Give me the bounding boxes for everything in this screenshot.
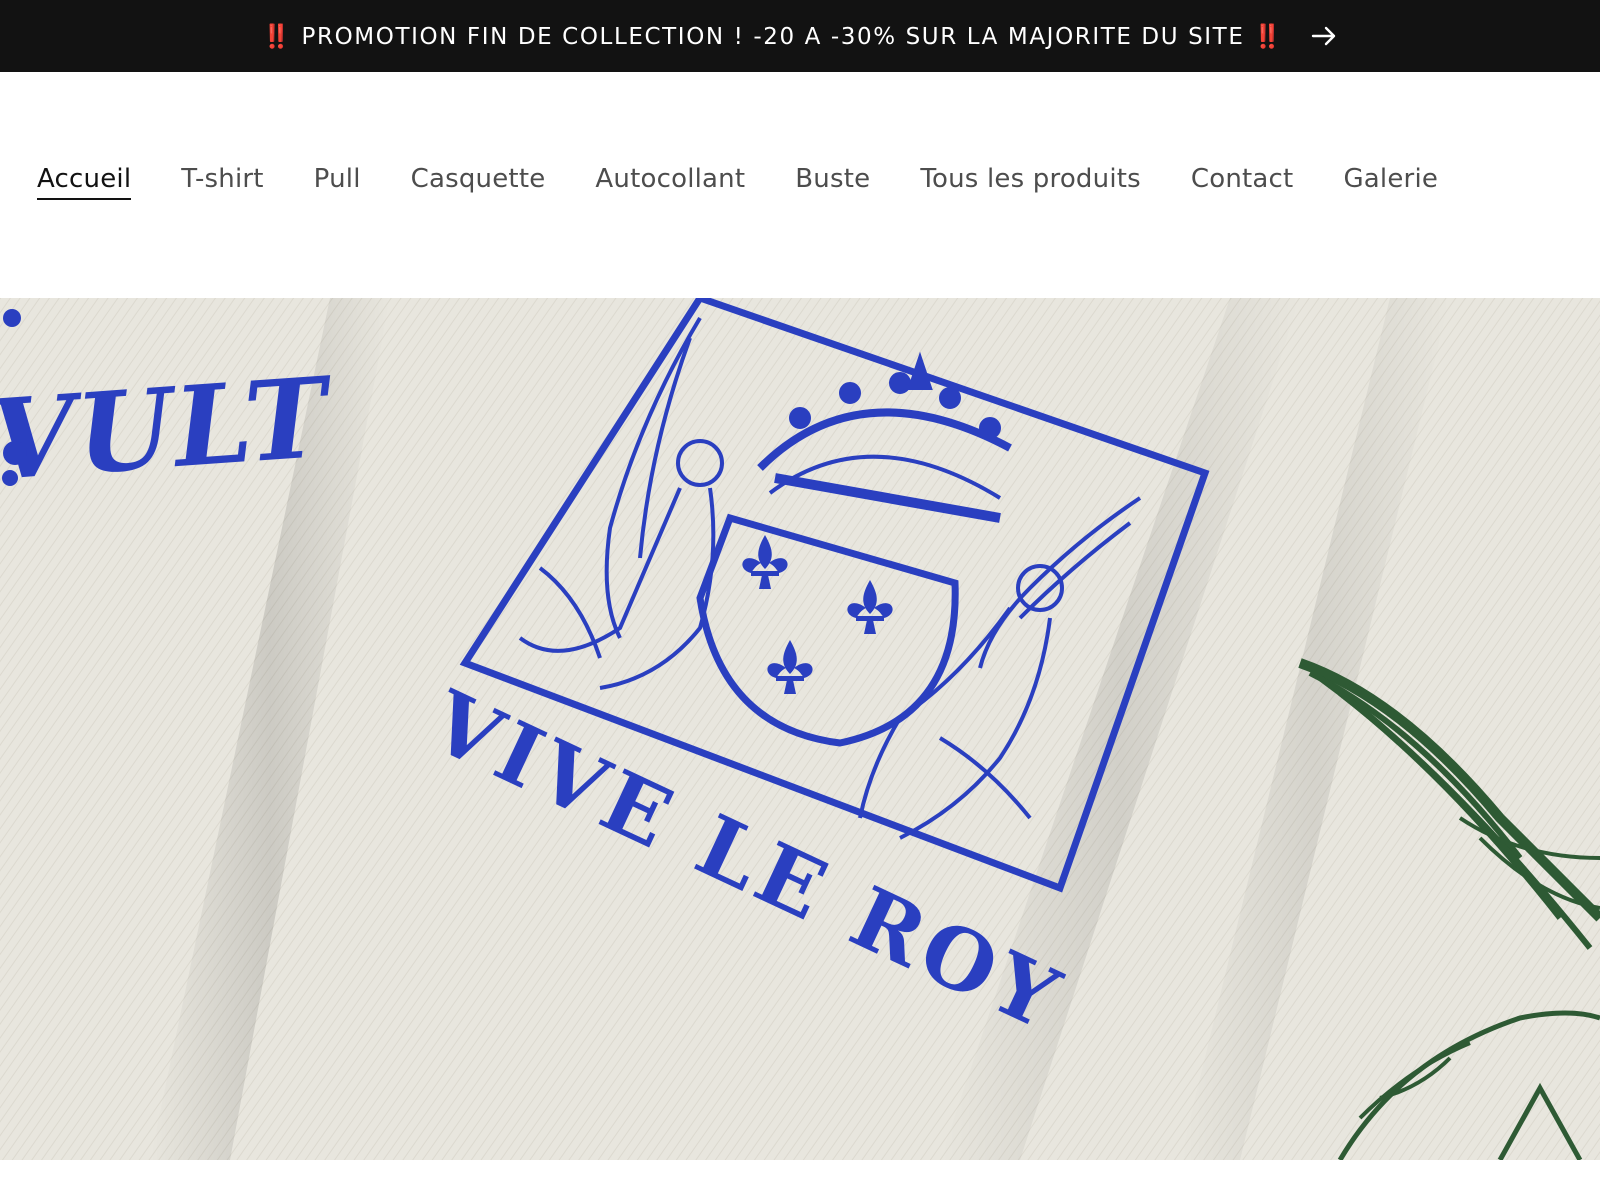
hero-banner-image: VULT VIVE LE ROY [0,298,1600,1160]
nav-item-buste[interactable]: Buste [795,164,870,198]
nav-item-t-shirt[interactable]: T-shirt [181,164,263,198]
announcement-bar: ‼️ PROMOTION FIN DE COLLECTION ! -20 A -… [0,0,1600,72]
announcement-text: ‼️ PROMOTION FIN DE COLLECTION ! -20 A -… [262,23,1284,50]
arrow-right-icon [1311,26,1335,46]
nav-item-galerie[interactable]: Galerie [1343,164,1438,198]
page-bottom-spacing [0,1160,1600,1200]
left-print-text: VULT [0,352,338,505]
nav-item-autocollant[interactable]: Autocollant [595,164,745,198]
nav-item-accueil[interactable]: Accueil [37,164,132,200]
nav-item-tous-les-produits[interactable]: Tous les produits [920,164,1141,198]
hero-illustration: VULT VIVE LE ROY [0,298,1600,1160]
nav-item-casquette[interactable]: Casquette [411,164,546,198]
main-navigation: Accueil T-shirt Pull Casquette Autocolla… [37,164,1438,200]
site-header: Accueil T-shirt Pull Casquette Autocolla… [0,72,1600,298]
nav-item-pull[interactable]: Pull [314,164,361,198]
nav-item-contact[interactable]: Contact [1191,164,1294,198]
announcement-link[interactable]: ‼️ PROMOTION FIN DE COLLECTION ! -20 A -… [262,22,1337,50]
